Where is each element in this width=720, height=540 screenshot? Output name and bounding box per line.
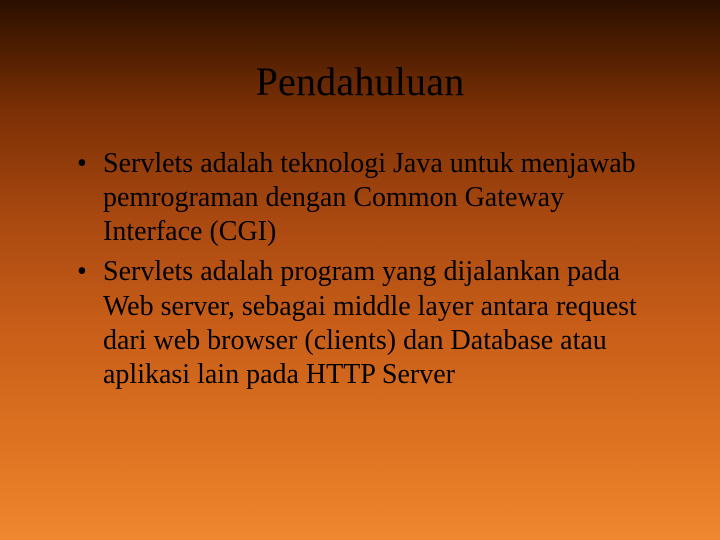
list-item: Servlets adalah program yang dijalankan … bbox=[77, 255, 665, 392]
list-item: Servlets adalah teknologi Java untuk men… bbox=[77, 147, 665, 249]
bullet-list: Servlets adalah teknologi Java untuk men… bbox=[55, 147, 665, 392]
slide-title: Pendahuluan bbox=[55, 0, 665, 105]
slide: Pendahuluan Servlets adalah teknologi Ja… bbox=[0, 0, 720, 540]
